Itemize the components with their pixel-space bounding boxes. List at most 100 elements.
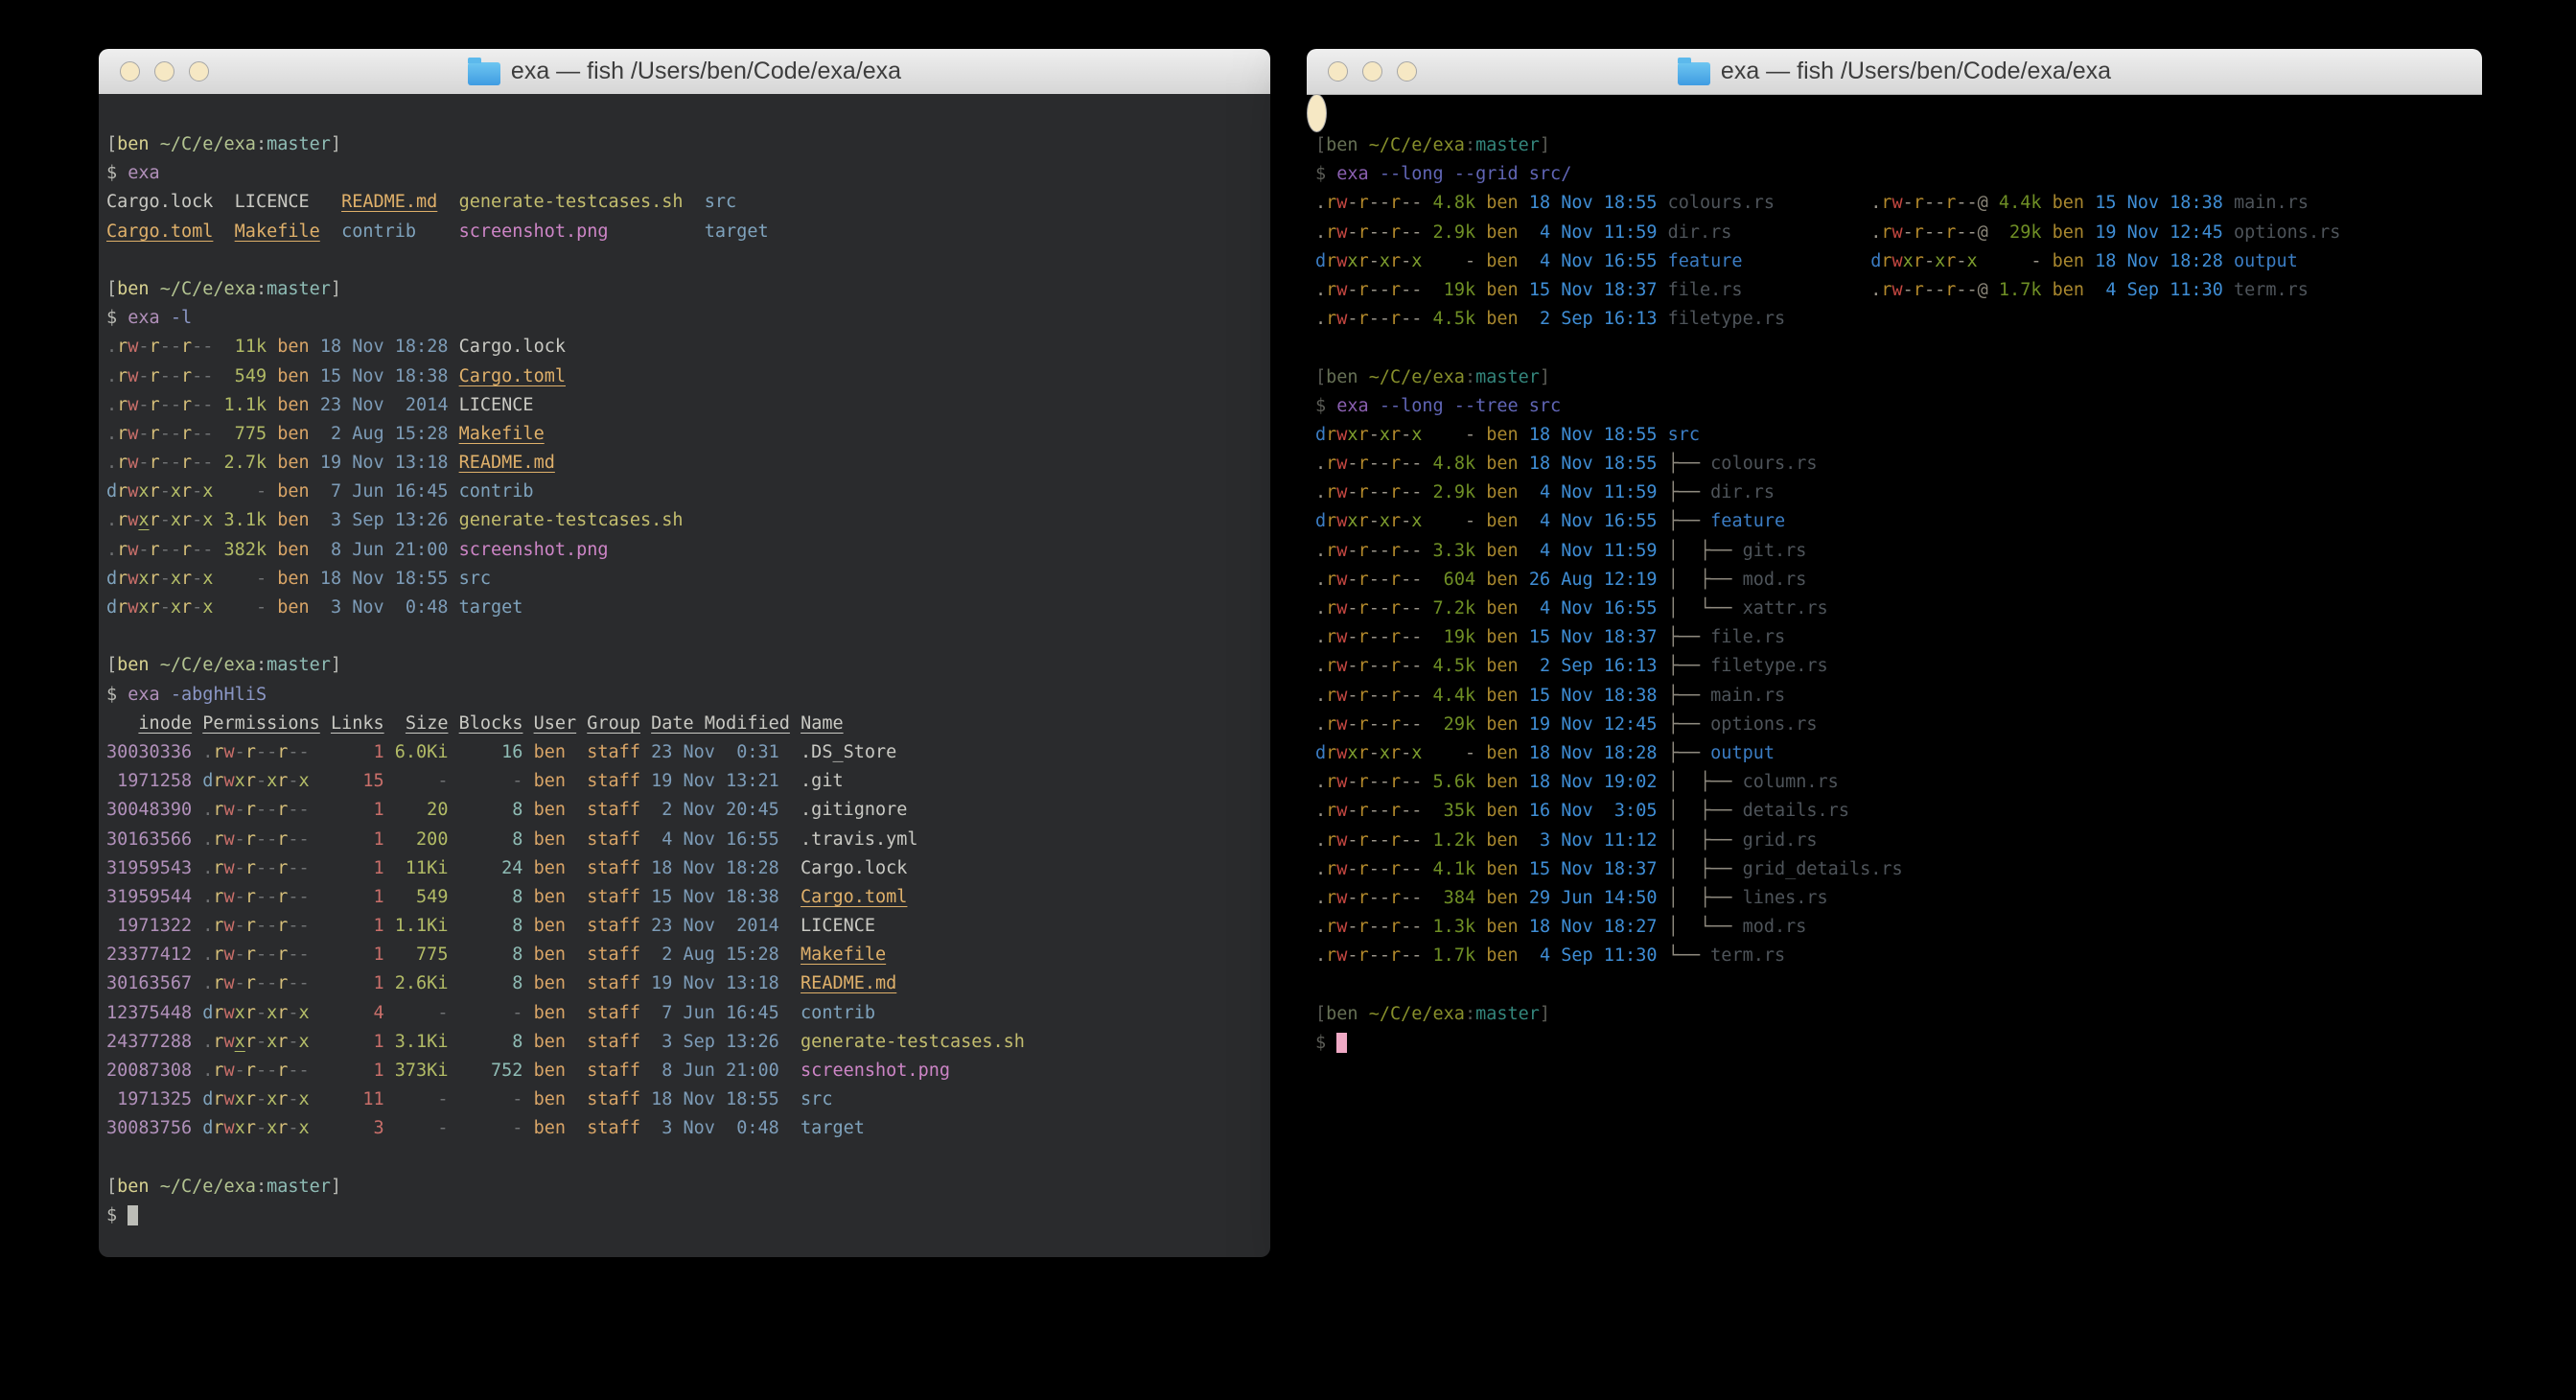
perm-char: - (1411, 801, 1422, 821)
perm-char: x (1411, 251, 1422, 271)
pb-text: : (256, 655, 267, 675)
fg-text: .DS_Store (801, 742, 896, 762)
terminal-line: .rw-r--r-- 4.8k ben 18 Nov 18:55 ├── col… (1315, 450, 1326, 478)
perm-char: - (1935, 280, 1945, 300)
perm-char: - (1401, 425, 1411, 445)
fg-text (640, 1118, 651, 1138)
terminal-line: .rwxr-xr-x 3.1k ben 3 Sep 13:26 generate… (106, 506, 1270, 535)
perm-char: r (181, 395, 192, 415)
fg-text (160, 308, 171, 328)
titlebar[interactable]: exa — fish /Users/ben/Code/exa/exa (99, 49, 1270, 95)
perm-char: - (1369, 454, 1380, 474)
perm-char: - (1924, 251, 1935, 271)
user-text: ben (277, 481, 309, 502)
date-text: 23 Nov 2014 (320, 395, 449, 415)
perm-char: r (277, 887, 288, 907)
zoom-button[interactable] (1397, 61, 1417, 82)
fg-text (1475, 598, 1486, 618)
user-text: staff (587, 829, 640, 850)
date-text: 2 Aug 15:28 (651, 945, 779, 965)
perm-char: - (1401, 830, 1411, 851)
size-text: 382k (213, 540, 267, 560)
perm-char: - (1956, 222, 1966, 243)
fg-text (566, 1032, 587, 1052)
fg-text (1519, 280, 1529, 300)
fg-text (267, 366, 277, 386)
date-text: 7 Jun 16:45 (320, 481, 449, 502)
perm-char: d (1315, 251, 1326, 271)
perm-char: r (245, 829, 256, 850)
perm-char: - (1369, 570, 1380, 590)
fg-text (779, 1118, 801, 1138)
perm-char: - (138, 453, 149, 473)
perm-char: - (1369, 425, 1380, 445)
perm-char: - (1380, 193, 1390, 213)
perm-char: - (1369, 193, 1380, 213)
perm-char: r (1390, 251, 1401, 271)
pb-text: ] (1540, 135, 1550, 155)
links-text: 1 (310, 742, 384, 762)
perm-char: - (1411, 945, 1422, 966)
perm-char: . (202, 829, 213, 850)
user-text: staff (587, 1003, 640, 1023)
fg-text (320, 222, 341, 242)
perm-char: w (1892, 222, 1903, 243)
tree-text: │ ├── (1668, 570, 1743, 590)
user-text: ben (534, 1032, 566, 1052)
fg-text (448, 540, 458, 560)
perm-char: - (171, 540, 181, 560)
perm-char: . (202, 742, 213, 762)
perm-char: - (299, 858, 310, 878)
dash-text: - (448, 1003, 522, 1023)
perm-char: - (1347, 222, 1358, 243)
fg-text: LICENCE (235, 192, 310, 212)
fg-text: .git (801, 771, 844, 791)
fg-text (522, 858, 533, 878)
perm-char: w (224, 858, 235, 878)
terminal-line: $ (1315, 1029, 1326, 1058)
perm-char: r (213, 800, 223, 820)
perm-char: - (256, 973, 267, 993)
sh-text: generate-testcases.sh (459, 510, 684, 530)
minimize-button[interactable] (154, 61, 174, 82)
fg-text (522, 829, 533, 850)
perm-char: x (1903, 251, 1914, 271)
perm-char: w (224, 1032, 235, 1052)
fg-text (437, 192, 458, 212)
perm-char: r (1358, 541, 1369, 561)
perm-char: x (202, 569, 213, 589)
fg-text (2223, 222, 2234, 243)
zoom-button[interactable] (189, 61, 209, 82)
fg-text (2084, 251, 2095, 271)
fg-text (448, 569, 458, 589)
fg-text (1519, 686, 1529, 706)
terminal-line: $ (106, 1202, 1270, 1230)
dash-text: - (448, 1089, 522, 1109)
close-button[interactable] (1328, 61, 1348, 82)
perm-char: - (1903, 280, 1914, 300)
close-button[interactable] (120, 61, 140, 82)
perm-char: r (1390, 425, 1401, 445)
user-text: ben (534, 858, 566, 878)
perm-char: r (1390, 280, 1401, 300)
perm-char: - (235, 916, 245, 936)
perm-char: - (1380, 888, 1390, 908)
terminal-left-content[interactable]: [ben ~/C/e/exa:master]$ exaCargo.lock LI… (99, 94, 1270, 1257)
perm-char: - (299, 829, 310, 850)
terminal-line: .rw-r--r-- 2.9k ben 4 Nov 11:59 dir.rs .… (1315, 219, 1326, 247)
fg-text (566, 1089, 587, 1109)
tree-text: ├── (1668, 511, 1711, 531)
titlebar[interactable]: exa — fish /Users/ben/Code/exa/exa (1307, 49, 2482, 95)
fg-text (1657, 945, 1667, 966)
perm-char: r (213, 858, 223, 878)
blocks-text: 8 (448, 887, 522, 907)
minimize-button[interactable] (1362, 61, 1382, 82)
cmd-text: exa (128, 685, 159, 705)
terminal-right-content[interactable]: [ben ~/C/e/exa:master]$ exa --long --gri… (1307, 94, 1327, 132)
perm-char: . (202, 858, 213, 878)
perm-char: r (181, 337, 192, 357)
fg-text (1657, 830, 1667, 851)
date-text: 18 Nov 18:55 (320, 569, 449, 589)
perm-char: - (1401, 222, 1411, 243)
perm-char: . (202, 887, 213, 907)
